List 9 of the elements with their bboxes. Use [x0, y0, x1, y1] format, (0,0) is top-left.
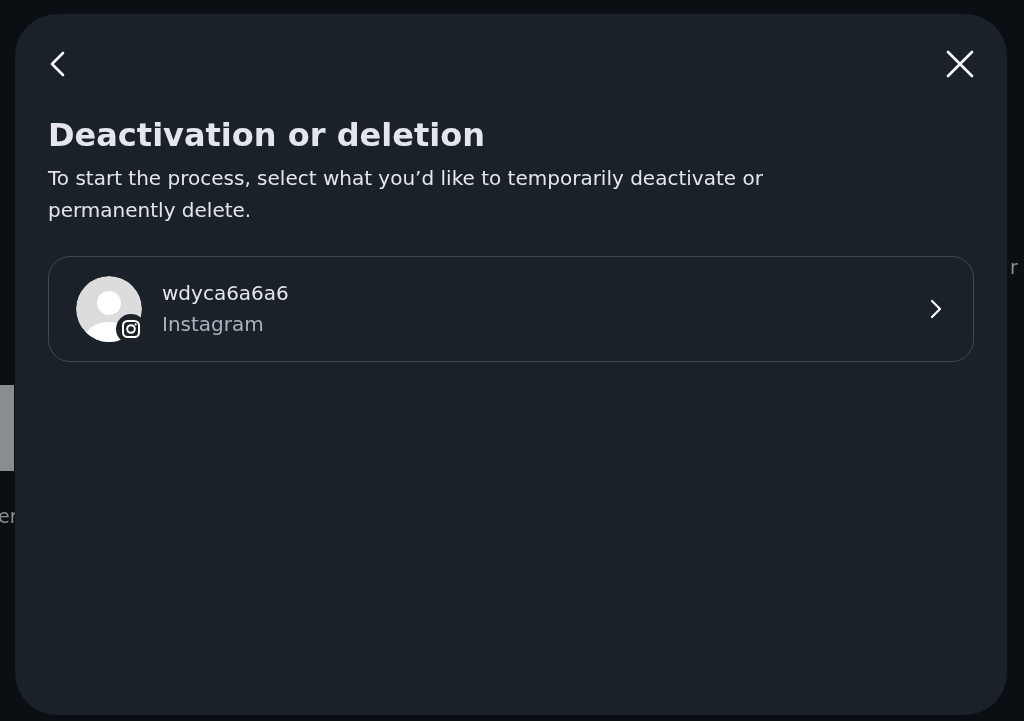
account-platform: Instagram: [162, 311, 265, 339]
account-item[interactable]: wdyca6a6a6 Instagram: [48, 256, 974, 363]
dialog-title: Deactivation or deletion: [48, 116, 486, 155]
close-icon: [946, 50, 974, 78]
account-username: wdyca6a6a6: [162, 280, 290, 308]
background-text: r: [1010, 256, 1018, 278]
close-button[interactable]: [946, 50, 974, 78]
dialog-description: To start the process, select what you’d like to temporarily deactivate or permanently delete.: [48, 165, 764, 225]
chevron-right-icon: [929, 299, 943, 320]
